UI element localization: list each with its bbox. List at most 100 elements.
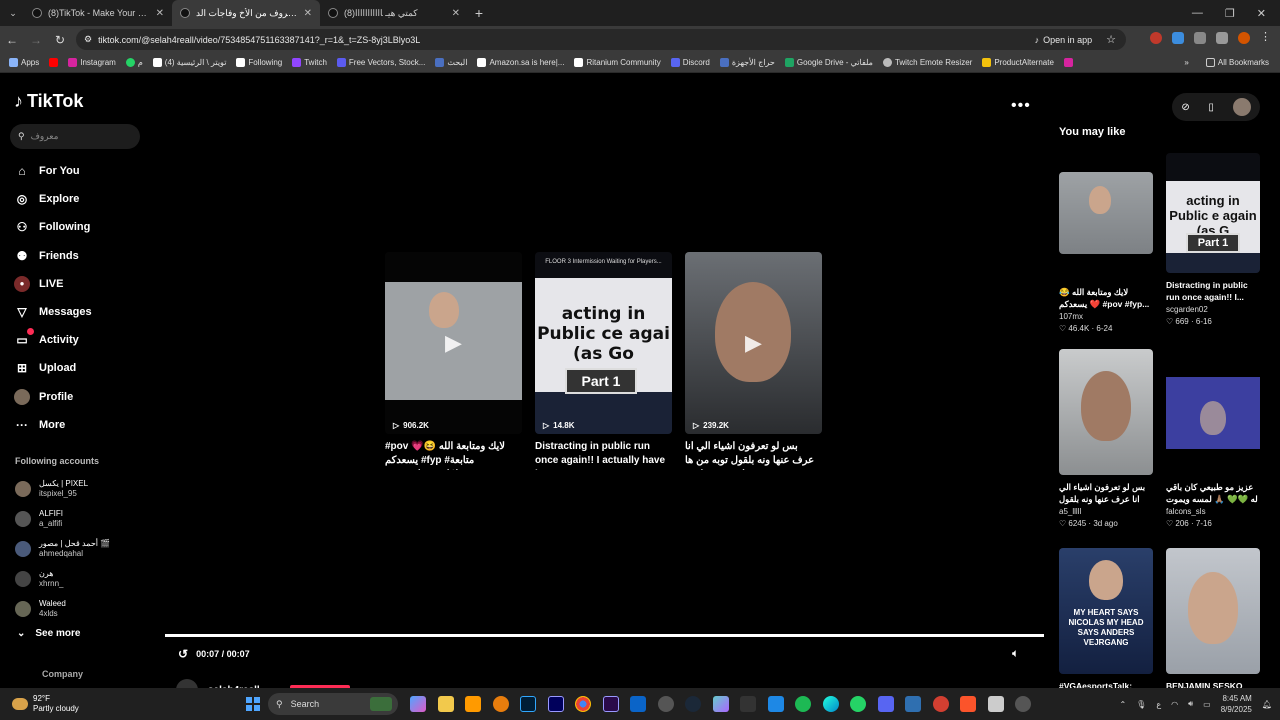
- app-icon[interactable]: [767, 696, 784, 712]
- bookmark-item[interactable]: Twitch Emote Resizer: [880, 58, 975, 67]
- sidebar-item-messages[interactable]: ▽ Messages: [14, 298, 164, 326]
- bookmark-item[interactable]: Ritanium Community: [571, 58, 663, 67]
- recommended-video[interactable]: BENJAMIN SESKO: [1166, 548, 1260, 704]
- recommended-video[interactable]: 😂 لايك ومتابعة الله يسعدكم ❤️ #pov #fyp.…: [1059, 172, 1153, 333]
- following-account[interactable]: يكسل | PIXEL itspixel_95: [15, 474, 155, 504]
- url-bar[interactable]: ⚙ tiktok.com/@selah4reall/video/75348547…: [76, 29, 1126, 50]
- bookmark-item[interactable]: م: [123, 58, 146, 67]
- video-thumbnail[interactable]: FLOOR 3 Intermission Waiting for Players…: [535, 252, 672, 434]
- sidebar-item-for-you[interactable]: ⌂ For You: [14, 157, 164, 185]
- video-thumbnail[interactable]: [1059, 349, 1153, 475]
- minimize-icon[interactable]: —: [1192, 7, 1203, 20]
- sidebar-item-following[interactable]: ⚇ Following: [14, 213, 164, 241]
- video-thumbnail[interactable]: MY HEART SAYS NICOLAS MY HEAD SAYS ANDER…: [1059, 548, 1153, 674]
- bookmark-item[interactable]: Instagram: [65, 58, 119, 67]
- menu-icon[interactable]: ⋮: [1260, 32, 1272, 44]
- url-text[interactable]: tiktok.com/@selah4reall/video/7534854751…: [98, 35, 420, 45]
- more-options-icon[interactable]: •••: [1011, 97, 1031, 115]
- back-icon[interactable]: ←: [0, 33, 24, 47]
- bookmark-item[interactable]: [1061, 58, 1076, 67]
- wifi-icon[interactable]: ◠: [1171, 700, 1178, 709]
- bookmark-item[interactable]: Following: [233, 58, 285, 67]
- bookmark-item[interactable]: Twitch: [289, 58, 330, 67]
- bookmark-item[interactable]: Apps: [6, 58, 42, 67]
- volume-icon[interactable]: 🔈︎: [1012, 646, 1019, 661]
- app-icon[interactable]: [657, 696, 674, 712]
- video-caption[interactable]: Distracting in public run once again!! I…: [535, 440, 672, 470]
- spotify-icon[interactable]: [795, 696, 811, 712]
- bookmark-star-icon[interactable]: ☆: [1106, 33, 1116, 46]
- app-icon[interactable]: [932, 696, 949, 712]
- video-card[interactable]: ▶ ▷ 239.2K بس لو تعرفون اشياء الي انا عرف…: [685, 252, 822, 470]
- video-thumbnail[interactable]: [1059, 172, 1153, 254]
- chrome-icon[interactable]: [575, 696, 591, 712]
- video-thumbnail[interactable]: [1166, 548, 1260, 674]
- illustrator-icon[interactable]: [465, 696, 481, 712]
- adobe-app-icon[interactable]: [602, 696, 619, 712]
- tab-close-icon[interactable]: ✕: [304, 8, 312, 19]
- browser-tab-active[interactable]: طلب معروف من الأخ وفاجأت الد ✕: [172, 0, 320, 26]
- extensions-puzzle-icon[interactable]: [1194, 32, 1206, 44]
- whatsapp-icon[interactable]: [850, 696, 866, 712]
- browser-tab[interactable]: (8)كمتي هيـ ﺎﺍﺍﺍﺍﺍﺍﺍﺍﺍﺍ ✕: [320, 0, 468, 26]
- sidebar-item-upload[interactable]: ⊞ Upload: [14, 354, 164, 382]
- replay-icon[interactable]: ↺: [178, 647, 188, 661]
- video-thumbnail[interactable]: acting in Public e again (as G Part 1: [1166, 153, 1260, 273]
- reload-icon[interactable]: ↻: [48, 33, 72, 47]
- video-thumbnail[interactable]: ▶ ▷ 239.2K: [685, 252, 822, 434]
- bookmark-item[interactable]: Discord: [668, 58, 713, 67]
- avatar[interactable]: [1232, 98, 1251, 116]
- weather-widget[interactable]: 92°F Partly cloudy: [0, 694, 200, 714]
- tab-close-icon[interactable]: ✕: [452, 8, 460, 19]
- copilot-icon[interactable]: [712, 696, 729, 712]
- app-icon[interactable]: [740, 696, 756, 712]
- video-caption[interactable]: #pov 💗😆 لايك ومتابعة الله يسعدكم #fyp #م…: [385, 440, 522, 470]
- bookmark-item[interactable]: Amazon.sa is here|...: [474, 58, 567, 67]
- blender-icon[interactable]: [492, 696, 509, 712]
- video-caption[interactable]: بس لو تعرفون اشياء الي انا عرف عنها ونه …: [685, 440, 822, 470]
- open-in-app-button[interactable]: ♪ Open in app: [1035, 35, 1093, 45]
- volume-icon[interactable]: 🔊︎: [1188, 699, 1193, 709]
- maximize-icon[interactable]: ❐: [1225, 7, 1235, 20]
- sidebar-item-activity[interactable]: ▭ Activity: [14, 326, 164, 354]
- edge-icon[interactable]: [822, 696, 839, 712]
- app-icon[interactable]: [905, 696, 921, 712]
- extension-icon[interactable]: [1150, 32, 1162, 44]
- new-tab-button[interactable]: +: [468, 5, 490, 21]
- sidebar-item-friends[interactable]: ⚉ Friends: [14, 242, 164, 270]
- forward-icon[interactable]: →: [24, 33, 48, 47]
- browser-tab[interactable]: (8)TikTok - Make Your Day ✕: [24, 0, 172, 26]
- sidebar-item-profile[interactable]: Profile: [14, 383, 164, 411]
- tab-search-button[interactable]: ⌄: [2, 2, 24, 24]
- bookmark-item[interactable]: حراج الأجهزة: [717, 58, 778, 67]
- clock[interactable]: 8:45 AM 8/9/2025: [1221, 693, 1252, 715]
- bookmark-item[interactable]: البحث: [432, 58, 470, 67]
- following-account[interactable]: Waleed 4xlds: [15, 594, 155, 624]
- taskbar-search[interactable]: ⚲ Search: [268, 693, 398, 715]
- video-thumbnail[interactable]: [1166, 349, 1260, 475]
- after-effects-icon[interactable]: [547, 696, 564, 712]
- notifications-icon[interactable]: 🔔︎: [1262, 700, 1272, 709]
- company-link[interactable]: Company: [42, 669, 83, 679]
- extension-icon[interactable]: [1172, 32, 1184, 44]
- bookmark-item[interactable]: ProductAlternate: [979, 58, 1057, 67]
- windows-start-icon[interactable]: [246, 697, 260, 711]
- video-card[interactable]: FLOOR 3 Intermission Waiting for Players…: [535, 252, 672, 470]
- video-card[interactable]: ▶ ▷ 906.2K #pov 💗😆 لايك ومتابعة الله يسعد…: [385, 252, 522, 470]
- sidebar-item-explore[interactable]: ◎ Explore: [14, 185, 164, 213]
- settings-icon[interactable]: [1015, 696, 1031, 712]
- more-bookmarks-icon[interactable]: »: [1184, 58, 1188, 67]
- close-window-icon[interactable]: ✕: [1257, 7, 1266, 20]
- copilot-icon[interactable]: [410, 696, 426, 712]
- app-icon[interactable]: [987, 696, 1004, 712]
- video-thumbnail[interactable]: ▶ ▷ 906.2K: [385, 252, 522, 434]
- microphone-icon[interactable]: 🎙︎: [1136, 700, 1146, 709]
- device-icon[interactable]: ▯: [1208, 102, 1214, 113]
- language-indicator[interactable]: ع: [1156, 700, 1161, 709]
- tab-close-icon[interactable]: ✕: [156, 8, 164, 19]
- following-account[interactable]: هرن xhrnn_: [15, 564, 155, 594]
- brave-icon[interactable]: [960, 696, 976, 712]
- following-account[interactable]: ALFIFI a_alfifi: [15, 504, 155, 534]
- photoshop-icon[interactable]: [520, 696, 536, 712]
- all-bookmarks-button[interactable]: All Bookmarks: [1203, 58, 1272, 67]
